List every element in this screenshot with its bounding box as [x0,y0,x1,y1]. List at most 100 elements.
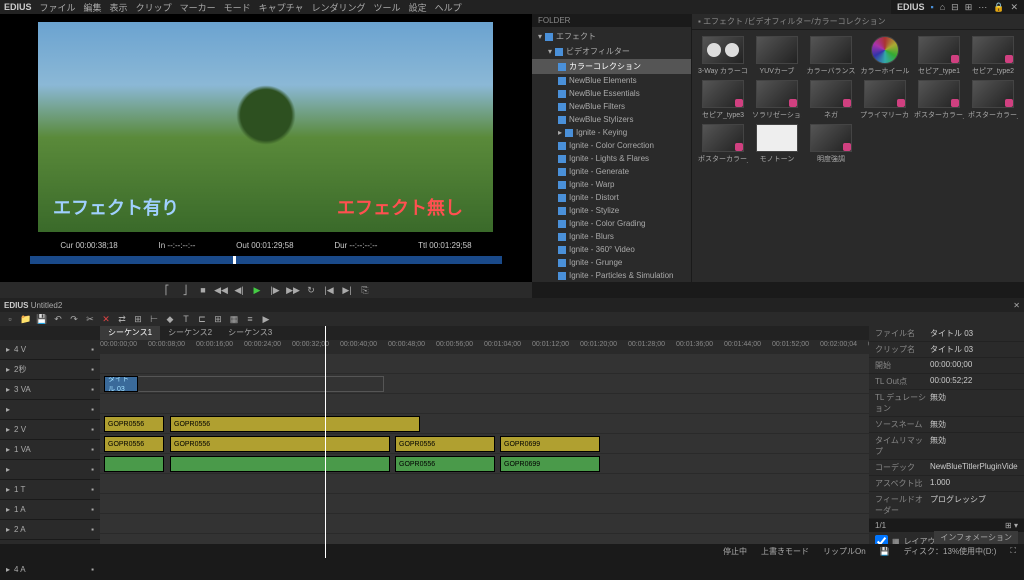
track-label[interactable]: ▸3 VA▪ [0,380,100,400]
track-label[interactable]: ▸▪ [0,460,100,480]
track-label[interactable]: ▸4 V▪ [0,340,100,360]
menu-capture[interactable]: キャプチャ [259,1,304,14]
tree-icon[interactable]: ⊟ [951,2,959,13]
seq-tab-3[interactable]: シーケンス3 [220,326,280,340]
prev-edit-icon[interactable]: |◀ [322,284,336,296]
effect-item[interactable]: ポスターカラー_type3 [698,124,748,164]
folder-item[interactable]: Ignite - Color Correction [532,139,691,152]
folder-color-correction[interactable]: カラーコレクション [532,59,691,74]
track-label[interactable]: ▸▪ [0,400,100,420]
multicam-icon[interactable]: ⊞ [212,313,224,325]
effect-item[interactable]: YUVカーブ [752,36,802,76]
lock-icon[interactable]: 🔒 [993,2,1004,13]
trim-icon[interactable]: ⊏ [196,313,208,325]
loop-icon[interactable]: ↻ [304,284,318,296]
menu-help[interactable]: ヘルプ [435,1,462,14]
folder-root[interactable]: ▾ エフェクト [532,29,691,44]
effect-item[interactable]: プライマリーカラーコレクシ... [860,80,910,120]
set-in-icon[interactable]: ⎡ [160,284,174,296]
snap-icon[interactable]: ⊢ [148,313,160,325]
open-icon[interactable]: 📁 [20,313,32,325]
menu-clip[interactable]: クリップ [136,1,172,14]
clip-titlebar[interactable] [104,376,384,392]
clip-va3[interactable]: GOPR0556 [395,436,495,452]
delete-icon[interactable]: ✕ [100,313,112,325]
folder-item[interactable]: Ignite - 360° Video [532,243,691,256]
home-icon[interactable]: ⌂ [940,2,945,12]
render-icon[interactable]: ▶ [260,313,272,325]
track-4v[interactable] [100,354,869,374]
playhead[interactable] [325,326,326,558]
clip-title[interactable]: タイトル 03 [104,376,138,392]
folder-item[interactable]: Ignite - Grunge [532,256,691,269]
effect-item[interactable]: カラーバランス [806,36,856,76]
folder-item[interactable]: Ignite - Generate [532,165,691,178]
set-out-icon[interactable]: ⎦ [178,284,192,296]
effect-item[interactable]: カラーホイール [860,36,910,76]
forward-icon[interactable]: ▶▶ [286,284,300,296]
group-icon[interactable]: ⊞ [132,313,144,325]
effect-item[interactable]: セピア_type3 [698,80,748,120]
close-icon[interactable]: ✕ [1013,301,1020,310]
track-2a[interactable] [100,514,869,534]
folder-item[interactable]: Ignite - Particles & Simulation [532,269,691,282]
play-icon[interactable]: ▶ [250,284,264,296]
menu-marker[interactable]: マーカー [180,1,216,14]
menu-render[interactable]: レンダリング [312,1,366,14]
ripple-icon[interactable]: ⇄ [116,313,128,325]
clip-va4[interactable]: GOPR0699 [500,436,600,452]
redo-icon[interactable]: ↷ [68,313,80,325]
track-label[interactable]: ▸2秒▪ [0,360,100,380]
seq-tab-1[interactable]: シーケンス1 [100,326,160,340]
menu-settings[interactable]: 設定 [409,1,427,14]
track-2v[interactable]: GOPR0556 GOPR0556 [100,414,869,434]
folder-item[interactable]: Ignite - Color Grading [532,217,691,230]
marker-icon[interactable]: ◆ [164,313,176,325]
folder-item[interactable]: NewBlue Elements [532,74,691,87]
cut-icon[interactable]: ✂ [84,313,96,325]
expand-icon[interactable]: ⛶ [1010,546,1016,556]
track-label[interactable]: ▸1 A▪ [0,500,100,520]
effect-item[interactable]: 明度強調 [806,124,856,164]
effect-item[interactable]: セピア_type2 [968,36,1018,76]
clip-v1[interactable]: GOPR0556 [104,416,164,432]
scrub-bar[interactable] [30,256,502,264]
track-1a[interactable] [100,494,869,514]
grid-icon[interactable]: ⊞ [965,2,973,13]
folder-item[interactable]: NewBlue Filters [532,100,691,113]
folder-icon[interactable]: ▪ [931,2,934,12]
effect-item[interactable]: セピア_type1 [914,36,964,76]
export-icon[interactable]: ⎘ [358,284,372,296]
clip-a1[interactable] [104,456,164,472]
folder-item[interactable]: Ignite - Stylize [532,204,691,217]
track-1va[interactable]: GOPR0556 GOPR0556 GOPR0556 GOPR0699 [100,434,869,454]
effect-item[interactable]: ネガ [806,80,856,120]
folder-item[interactable]: Ignite - Blurs [532,230,691,243]
clip-a4[interactable]: GOPR0699 [500,456,600,472]
undo-icon[interactable]: ↶ [52,313,64,325]
clip-v2[interactable]: GOPR0556 [170,416,420,432]
folder-item[interactable]: Ignite - Distort [532,191,691,204]
folder-item[interactable]: NewBlue Essentials [532,87,691,100]
menu-file[interactable]: ファイル [40,1,76,14]
clip-va1[interactable]: GOPR0556 [104,436,164,452]
effect-item[interactable]: ポスターカラー_type1 [914,80,964,120]
effect-item[interactable]: ポスターカラー_type2 [968,80,1018,120]
next-frame-icon[interactable]: |▶ [268,284,282,296]
prev-frame-icon[interactable]: ◀| [232,284,246,296]
more-icon[interactable]: ⋯ [978,2,987,13]
folder-video-filters[interactable]: ▾ ビデオフィルター [532,44,691,59]
track-3va[interactable] [100,394,869,414]
effect-item[interactable]: モノトーン [752,124,802,164]
close-icon[interactable]: ✕ [1010,2,1018,13]
info-tab[interactable]: インフォメーション [934,531,1018,544]
filter-icon[interactable]: ⊞ ▾ [1005,521,1018,530]
next-edit-icon[interactable]: ▶| [340,284,354,296]
timeline-ruler[interactable]: 00:00:00;0000:00:08;0000:00:16;0000:00:2… [100,340,869,354]
proxy-icon[interactable]: ▦ [228,313,240,325]
track-label[interactable]: ▸1 VA▪ [0,440,100,460]
stop-icon[interactable]: ■ [196,284,210,296]
title-icon[interactable]: T [180,313,192,325]
track-label[interactable]: ▸2 A▪ [0,520,100,540]
track-area[interactable]: シーケンス1 シーケンス2 シーケンス3 00:00:00;0000:00:08… [100,326,869,558]
